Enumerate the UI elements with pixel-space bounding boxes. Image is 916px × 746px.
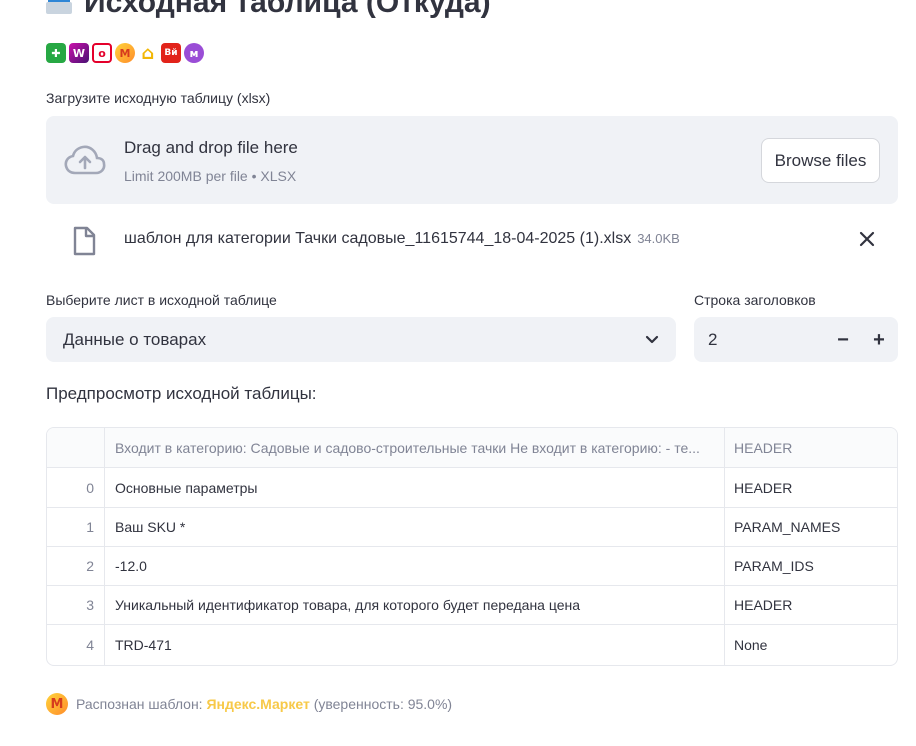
chevron-down-icon [645,335,659,344]
table-row: 1 Ваш SKU * PARAM_NAMES [47,507,897,547]
vi-icon: Вй [161,43,181,63]
header-row-label: Строка заголовков [694,292,816,308]
row-index: 3 [86,596,94,613]
table-row: 2 -12.0 PARAM_IDS [47,546,897,586]
sheet-select-value: Данные о товарах [63,330,207,349]
table-cell[interactable]: TRD-471 [104,625,724,665]
file-icon [73,226,96,256]
table-cell[interactable]: PARAM_IDS [724,546,897,585]
table-cell[interactable]: Уникальный идентификатор товара, для кот… [104,585,724,624]
header-row-value[interactable]: 2 [708,330,717,350]
marketplace-icons: ✚ W o M ⌂ Вй м [46,43,204,64]
dropzone-limit: Limit 200MB per file • XLSX [124,168,297,184]
table-cell[interactable]: HEADER [724,585,897,624]
file-name-text: шаблон для категории Тачки садовые_11615… [124,230,632,247]
column-header[interactable]: Входит в категорию: Садовые и садово-стр… [104,428,724,467]
ozon-icon: o [92,43,112,63]
uploaded-file-name: шаблон для категории Тачки садовые_11615… [124,230,680,248]
column-header-index [47,428,104,467]
uploaded-file: шаблон для категории Тачки садовые_11615… [46,222,898,262]
detection-prefix: Распознан шаблон: [76,696,203,712]
preview-table[interactable]: Входит в категорию: Садовые и садово-стр… [46,427,898,666]
megamarket-icon: м [184,43,204,63]
row-index: 2 [86,557,94,574]
decrement-button[interactable]: − [828,325,858,355]
detected-brand: Яндекс.Маркет [206,696,310,712]
detection-confidence: (уверенность: 95.0%) [313,696,453,712]
row-index: 1 [86,518,94,535]
table-cell[interactable]: Основные параметры [104,468,724,507]
template-detection-status: M Распознан шаблон: Яндекс.Маркет (увере… [46,693,452,715]
increment-button[interactable]: + [864,325,894,355]
browse-files-button[interactable]: Browse files [761,138,880,183]
table-cell[interactable]: PARAM_NAMES [724,507,897,546]
table-header-row: Входит в категорию: Садовые и садово-стр… [47,428,897,468]
table-cell[interactable]: HEADER [724,468,897,507]
file-dropzone[interactable]: Drag and drop file here Limit 200MB per … [46,116,898,204]
table-cell[interactable]: Ваш SKU * [104,507,724,546]
green-cross-icon: ✚ [46,43,66,63]
sheet-select[interactable]: Данные о товарах [46,317,676,362]
page-title: Исходная таблица (Откуда) [46,0,491,20]
table-row: 0 Основные параметры HEADER [47,468,897,508]
table-cell[interactable]: None [724,625,897,665]
table-row: 3 Уникальный идентификатор товара, для к… [47,585,897,625]
row-index: 0 [86,479,94,496]
house-icon: ⌂ [138,43,158,64]
wildberries-icon: W [69,43,89,63]
sheet-select-label: Выберите лист в исходной таблице [46,292,277,308]
row-index: 4 [86,637,94,653]
file-size: 34.0KB [637,231,680,246]
column-header[interactable]: HEADER [724,428,897,467]
yandex-market-icon: M [46,693,68,715]
yandex-market-icon: M [115,43,135,63]
cloud-upload-icon [64,145,106,175]
upload-label: Загрузите исходную таблицу (xlsx) [46,90,271,106]
header-row-stepper[interactable]: 2 − + [694,317,898,362]
page-title-text: Исходная таблица (Откуда) [84,0,491,19]
file-box-icon [46,0,72,16]
preview-title: Предпросмотр исходной таблицы: [46,384,317,403]
table-cell[interactable]: -12.0 [104,546,724,585]
dropzone-title: Drag and drop file here [124,138,298,157]
table-row: 4 TRD-471 None [47,625,897,665]
close-icon[interactable] [856,228,878,250]
